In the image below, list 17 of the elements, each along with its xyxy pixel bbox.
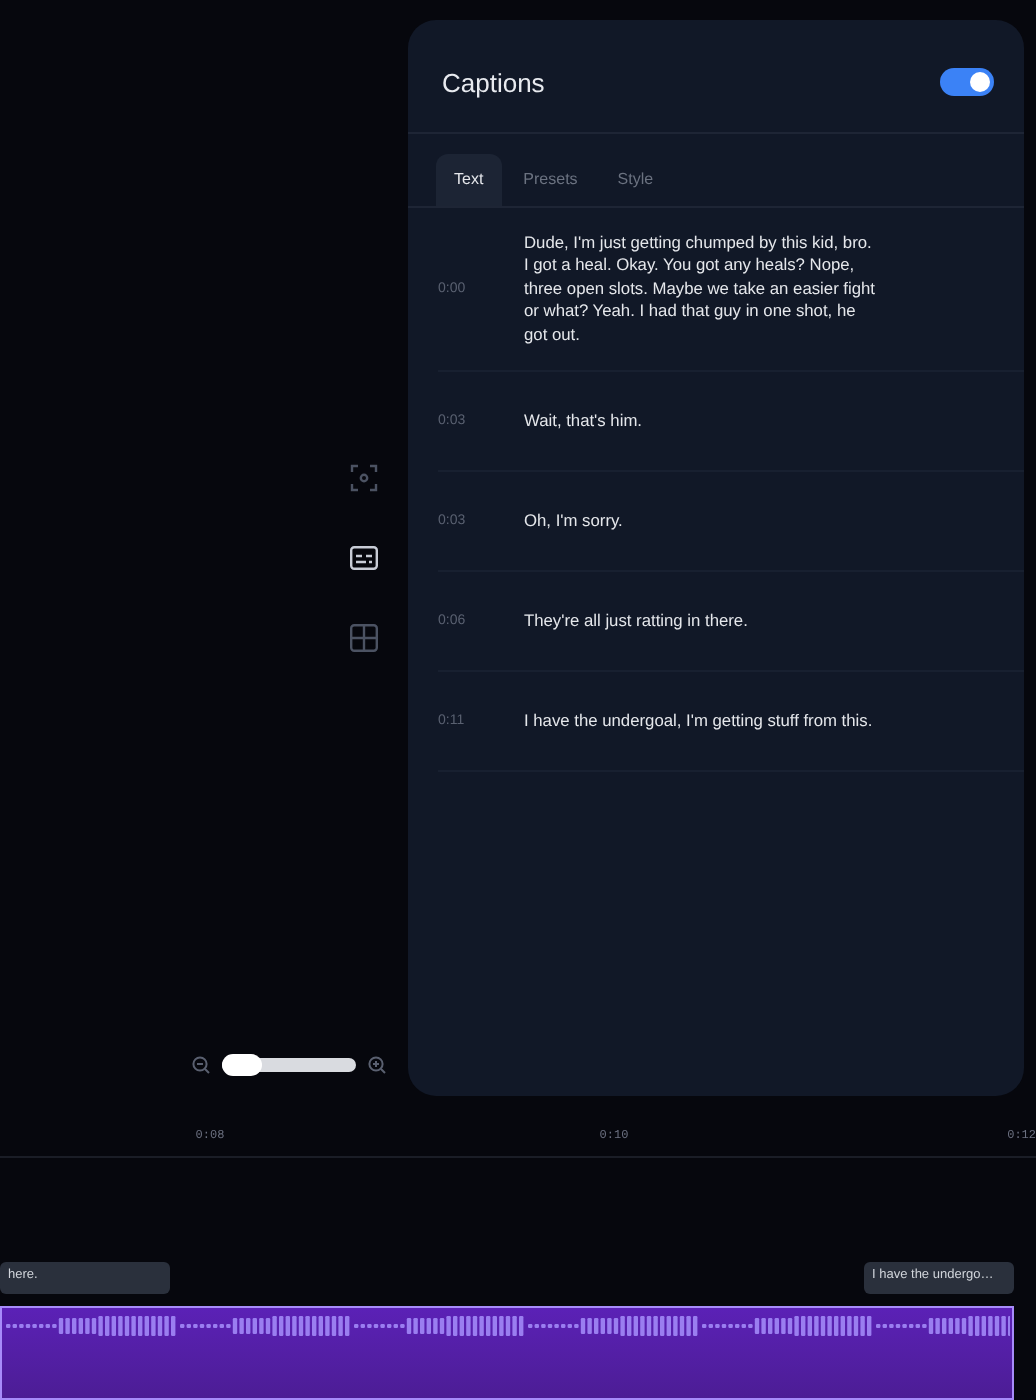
audio-clip[interactable] [0, 1306, 1014, 1400]
zoom-in-icon[interactable] [368, 1056, 386, 1074]
tab[interactable]: Presets [505, 154, 596, 206]
caption-text[interactable]: I have the undergoal, I'm getting stuff from this. [524, 709, 876, 733]
zoom-slider[interactable] [222, 1058, 356, 1072]
focus-icon[interactable] [350, 464, 378, 492]
zoom-out-icon[interactable] [192, 1056, 210, 1074]
caption-text[interactable]: Oh, I'm sorry. [524, 509, 876, 533]
captions-toggle[interactable] [940, 68, 994, 96]
tab[interactable]: Style [599, 154, 672, 206]
grid-icon[interactable] [350, 624, 378, 652]
caption-text[interactable]: Wait, that's him. [524, 409, 876, 433]
caption-text[interactable]: Dude, I'm just getting chumped by this kid, bro. I got a heal. Okay. You got any heals? Nope, three open slots. Maybe we take an easier fight or what? Yeah. I had that guy in one shot, he got out. [524, 231, 876, 347]
panel-title: Captions [442, 67, 545, 97]
caption-text[interactable]: They're all just ratting in there. [524, 609, 876, 633]
captions-icon[interactable] [350, 546, 378, 570]
tab[interactable]: Text [436, 154, 502, 206]
